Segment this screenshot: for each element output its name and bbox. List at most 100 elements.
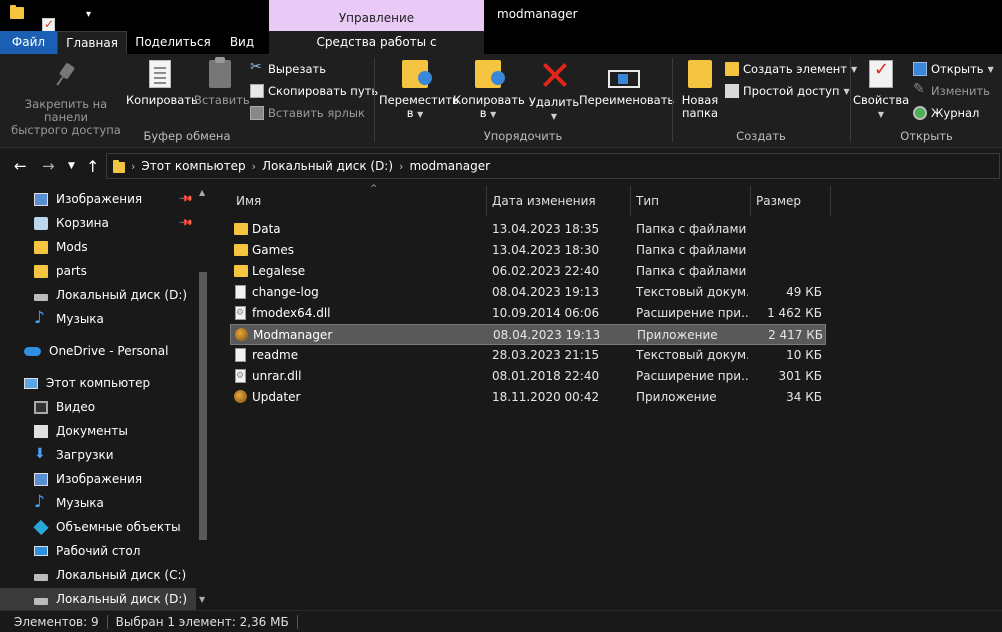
- table-row[interactable]: unrar.dll 08.01.2018 22:40 Расширение пр…: [230, 366, 826, 387]
- new-item-button[interactable]: Создать элемент ▼: [725, 60, 857, 78]
- breadcrumb-separator-icon[interactable]: ›: [252, 160, 256, 173]
- chevron-down-icon: ▼: [417, 110, 424, 119]
- navigation-scrollbar[interactable]: ▲ ▼: [196, 186, 210, 610]
- file-type: Папка с файлами: [636, 222, 747, 236]
- delete-label: Удалить: [528, 95, 580, 109]
- breadcrumb-this-pc[interactable]: Этот компьютер: [141, 159, 245, 173]
- copy-button[interactable]: Копировать: [126, 60, 198, 107]
- new-item-label: Создать элемент: [743, 62, 848, 76]
- column-date[interactable]: Дата изменения: [486, 186, 630, 216]
- copy-to-button[interactable]: Копировать в ▼: [453, 60, 525, 121]
- breadcrumb-separator-icon[interactable]: ›: [131, 160, 135, 173]
- new-folder-button[interactable]: Новая папка: [677, 60, 723, 120]
- folder-icon[interactable]: [10, 5, 24, 19]
- clipboard-icon: [209, 57, 231, 88]
- table-row[interactable]: Updater 18.11.2020 00:42 Приложение 34 К…: [230, 387, 826, 408]
- forward-arrow-icon[interactable]: →: [42, 157, 55, 175]
- up-arrow-icon[interactable]: ↑: [86, 157, 99, 176]
- paste-shortcut-button[interactable]: Вставить ярлык: [250, 104, 365, 122]
- nav-item-disk-c[interactable]: Локальный диск (C:): [0, 564, 196, 586]
- properties-label: Свойства: [853, 93, 910, 107]
- back-arrow-icon[interactable]: ←: [14, 157, 27, 175]
- nav-item-onedrive[interactable]: OneDrive - Personal: [0, 340, 196, 362]
- tab-app-tools[interactable]: Средства работы с приложениями: [269, 31, 484, 71]
- downloads-icon: [34, 446, 48, 462]
- customize-quick-access-icon[interactable]: ▾: [86, 9, 91, 20]
- nav-item-label: Mods: [56, 240, 88, 254]
- scrollbar-thumb[interactable]: [199, 272, 207, 540]
- easy-access-label: Простой доступ: [743, 84, 840, 98]
- properties-button[interactable]: Свойства ▼: [853, 60, 909, 121]
- pin-icon[interactable]: 📌: [178, 215, 193, 230]
- table-row[interactable]: fmodex64.dll 10.09.2014 06:06 Расширение…: [230, 303, 826, 324]
- pin-quick-access-button[interactable]: Закрепить на панели быстрого доступа: [4, 60, 128, 137]
- nav-item-disk-d-quick[interactable]: Локальный диск (D:): [0, 284, 196, 306]
- delete-button[interactable]: Удалить ▼: [527, 60, 581, 123]
- column-name[interactable]: Имя: [230, 186, 486, 216]
- folder-icon: [234, 265, 248, 277]
- tab-home[interactable]: Главная: [57, 31, 127, 54]
- status-divider: [106, 614, 108, 629]
- address-bar[interactable]: › Этот компьютер › Локальный диск (D:) ›…: [106, 153, 1000, 179]
- easy-access-button[interactable]: Простой доступ ▼: [725, 82, 850, 100]
- table-row[interactable]: Games 13.04.2023 18:30 Папка с файлами: [230, 240, 826, 261]
- pin-icon[interactable]: 📌: [178, 191, 193, 206]
- rename-button[interactable]: Переименовать: [579, 60, 674, 107]
- tab-view[interactable]: Вид: [217, 31, 267, 54]
- table-row[interactable]: Data 13.04.2023 18:35 Папка с файлами: [230, 219, 826, 240]
- nav-item-downloads[interactable]: Загрузки: [0, 444, 196, 466]
- clipboard-group: Закрепить на панели быстрого доступа Коп…: [0, 54, 378, 148]
- move-to-icon: [402, 60, 432, 88]
- file-size: 49 КБ: [786, 285, 822, 299]
- column-divider[interactable]: [830, 186, 831, 216]
- nav-item-music[interactable]: Музыка: [0, 492, 196, 514]
- breadcrumb-separator-icon[interactable]: ›: [399, 160, 403, 173]
- history-button[interactable]: Журнал: [913, 104, 979, 122]
- nav-item-video[interactable]: Видео: [0, 396, 196, 418]
- move-to-button[interactable]: Переместить в ▼: [379, 60, 459, 121]
- cut-label: Вырезать: [268, 62, 326, 76]
- tab-share[interactable]: Поделиться: [131, 31, 215, 54]
- nav-item-label: Объемные объекты: [56, 520, 181, 534]
- nav-item-disk-d[interactable]: Локальный диск (D:): [0, 588, 196, 610]
- nav-item-this-pc[interactable]: Этот компьютер: [0, 372, 196, 394]
- file-date: 08.01.2018 22:40: [492, 369, 600, 383]
- nav-item-pictures-quick[interactable]: Изображения 📌: [0, 188, 196, 210]
- column-header: ^ Имя Дата изменения Тип Размер: [230, 184, 831, 216]
- tab-file[interactable]: Файл: [0, 31, 57, 54]
- column-type[interactable]: Тип: [630, 186, 750, 216]
- copy-path-button[interactable]: Скопировать путь: [250, 82, 378, 100]
- recent-locations-icon[interactable]: ▼: [68, 161, 75, 171]
- pin-label-1: Закрепить на панели: [24, 97, 108, 124]
- table-row[interactable]: Legalese 06.02.2023 22:40 Папка с файлам…: [230, 261, 826, 282]
- table-row-selected[interactable]: Modmanager 08.04.2023 19:13 Приложение 2…: [230, 324, 826, 345]
- open-button[interactable]: Открыть ▼: [913, 60, 994, 78]
- navigation-bar: ← → ▼ ↑ › Этот компьютер › Локальный дис…: [0, 148, 1002, 186]
- edit-button[interactable]: Изменить: [913, 81, 990, 100]
- nav-item-parts[interactable]: parts: [0, 260, 196, 282]
- cut-button[interactable]: Вырезать: [250, 59, 326, 78]
- nav-item-pictures[interactable]: Изображения: [0, 468, 196, 490]
- nav-item-recycle-bin[interactable]: Корзина 📌: [0, 212, 196, 234]
- nav-item-documents[interactable]: Документы: [0, 420, 196, 442]
- scroll-up-icon[interactable]: ▲: [199, 188, 205, 197]
- nav-item-3d-objects[interactable]: Объемные объекты: [0, 516, 196, 538]
- column-size[interactable]: Размер: [750, 186, 830, 216]
- breadcrumb-current-folder[interactable]: modmanager: [409, 159, 490, 173]
- music-icon: [34, 308, 48, 328]
- 3d-objects-icon: [33, 519, 49, 535]
- breadcrumb-disk-d[interactable]: Локальный диск (D:): [262, 159, 393, 173]
- nav-item-music-quick[interactable]: Музыка: [0, 308, 196, 330]
- nav-item-desktop[interactable]: Рабочий стол: [0, 540, 196, 562]
- context-tab-manage[interactable]: Управление: [269, 0, 484, 31]
- table-row[interactable]: readme 28.03.2023 21:15 Текстовый докум.…: [230, 345, 826, 366]
- scroll-down-icon[interactable]: ▼: [199, 595, 205, 604]
- table-row[interactable]: change-log 08.04.2023 19:13 Текстовый до…: [230, 282, 826, 303]
- nav-item-mods[interactable]: Mods: [0, 236, 196, 258]
- paste-button[interactable]: Вставить: [194, 57, 250, 107]
- file-date: 10.09.2014 06:06: [492, 306, 600, 320]
- file-date: 13.04.2023 18:30: [492, 243, 600, 257]
- file-size: [750, 261, 822, 282]
- paste-label: Вставить: [194, 93, 250, 107]
- disk-icon: [34, 573, 48, 581]
